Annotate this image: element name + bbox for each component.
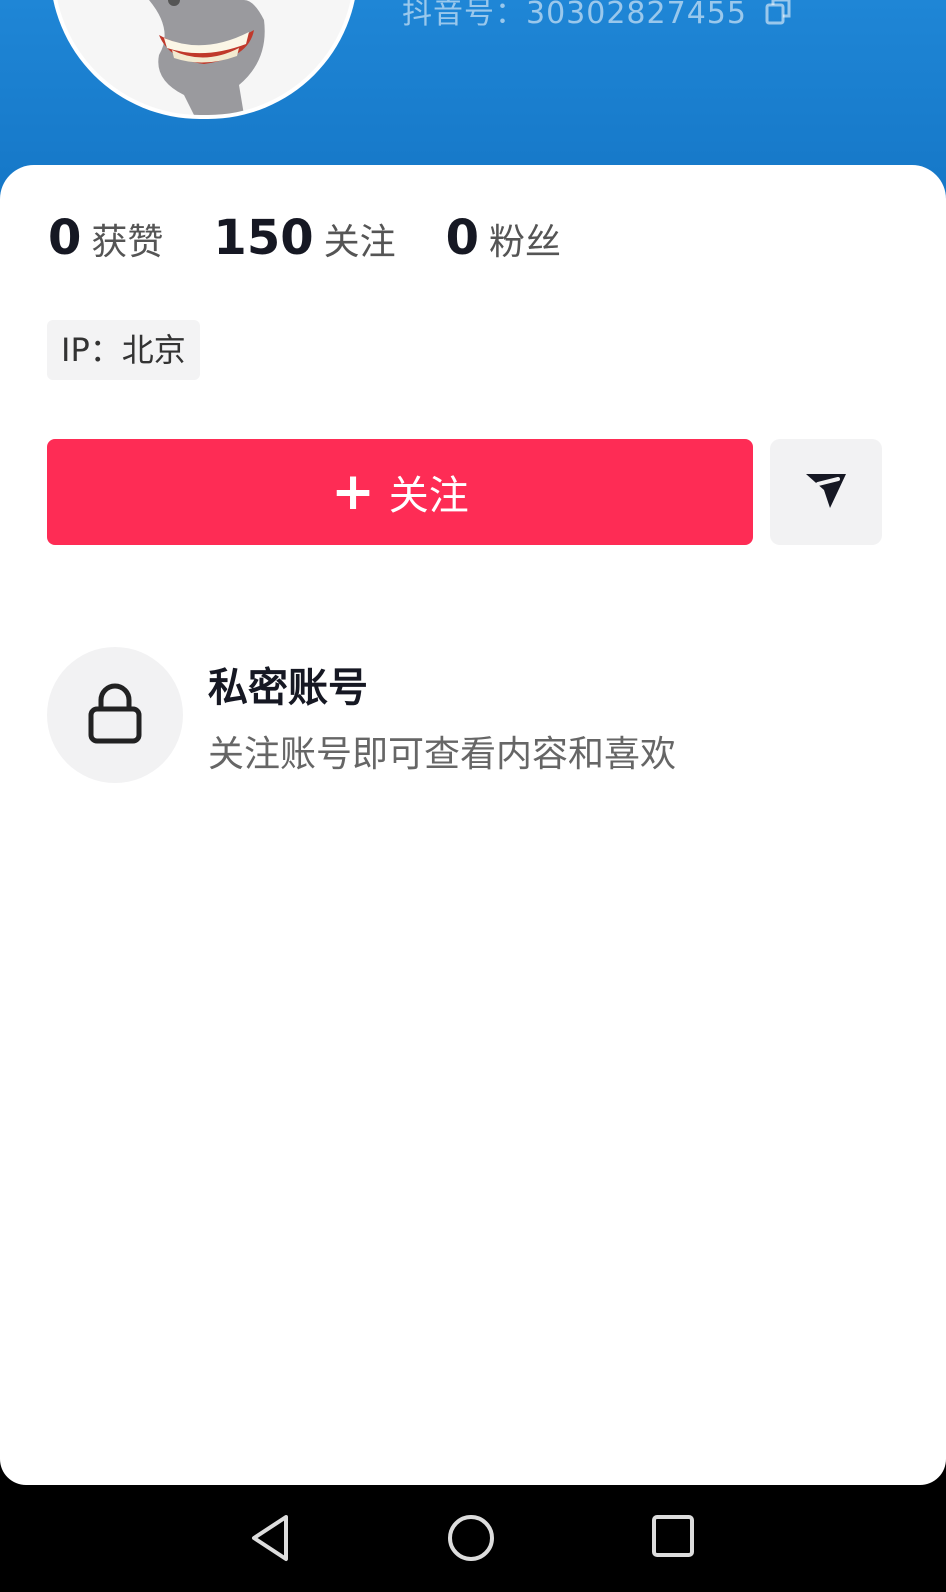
stat-followers-count: 0 <box>445 210 480 266</box>
system-navigation-bar <box>0 1485 946 1592</box>
send-message-button[interactable] <box>770 439 882 545</box>
follow-button-label: 关注 <box>388 473 469 519</box>
recents-square-icon[interactable] <box>650 1513 696 1563</box>
profile-card: 0 获赞 150 关注 0 粉丝 IP：北京 + 关注 私密账号 关注账号即可查… <box>0 165 946 1485</box>
stat-following[interactable]: 150 关注 <box>213 210 395 266</box>
private-account-title: 私密账号 <box>208 665 368 711</box>
stats-row: 0 获赞 150 关注 0 粉丝 <box>48 210 611 266</box>
back-triangle-icon[interactable] <box>248 1513 292 1567</box>
douyin-id: 抖音号：30302827455 <box>402 0 794 34</box>
copy-icon[interactable] <box>764 0 794 34</box>
douyin-id-text: 抖音号：30302827455 <box>402 0 747 31</box>
send-icon <box>804 470 848 514</box>
stat-likes-count: 0 <box>48 210 82 266</box>
stat-following-label: 关注 <box>323 222 396 263</box>
lock-icon <box>87 682 143 748</box>
lock-badge <box>47 647 183 783</box>
home-circle-icon[interactable] <box>446 1513 496 1567</box>
stat-followers-label: 粉丝 <box>489 222 562 263</box>
stat-followers[interactable]: 0 粉丝 <box>446 210 561 266</box>
stat-likes[interactable]: 0 获赞 <box>48 210 163 266</box>
ip-location-tag: IP：北京 <box>47 320 200 380</box>
avatar[interactable] <box>50 0 358 119</box>
stat-likes-label: 获赞 <box>91 222 164 263</box>
plus-icon: + <box>331 462 375 522</box>
follow-button[interactable]: + 关注 <box>47 439 753 545</box>
private-account-description: 关注账号即可查看内容和喜欢 <box>208 734 677 775</box>
stat-following-count: 150 <box>213 210 314 266</box>
